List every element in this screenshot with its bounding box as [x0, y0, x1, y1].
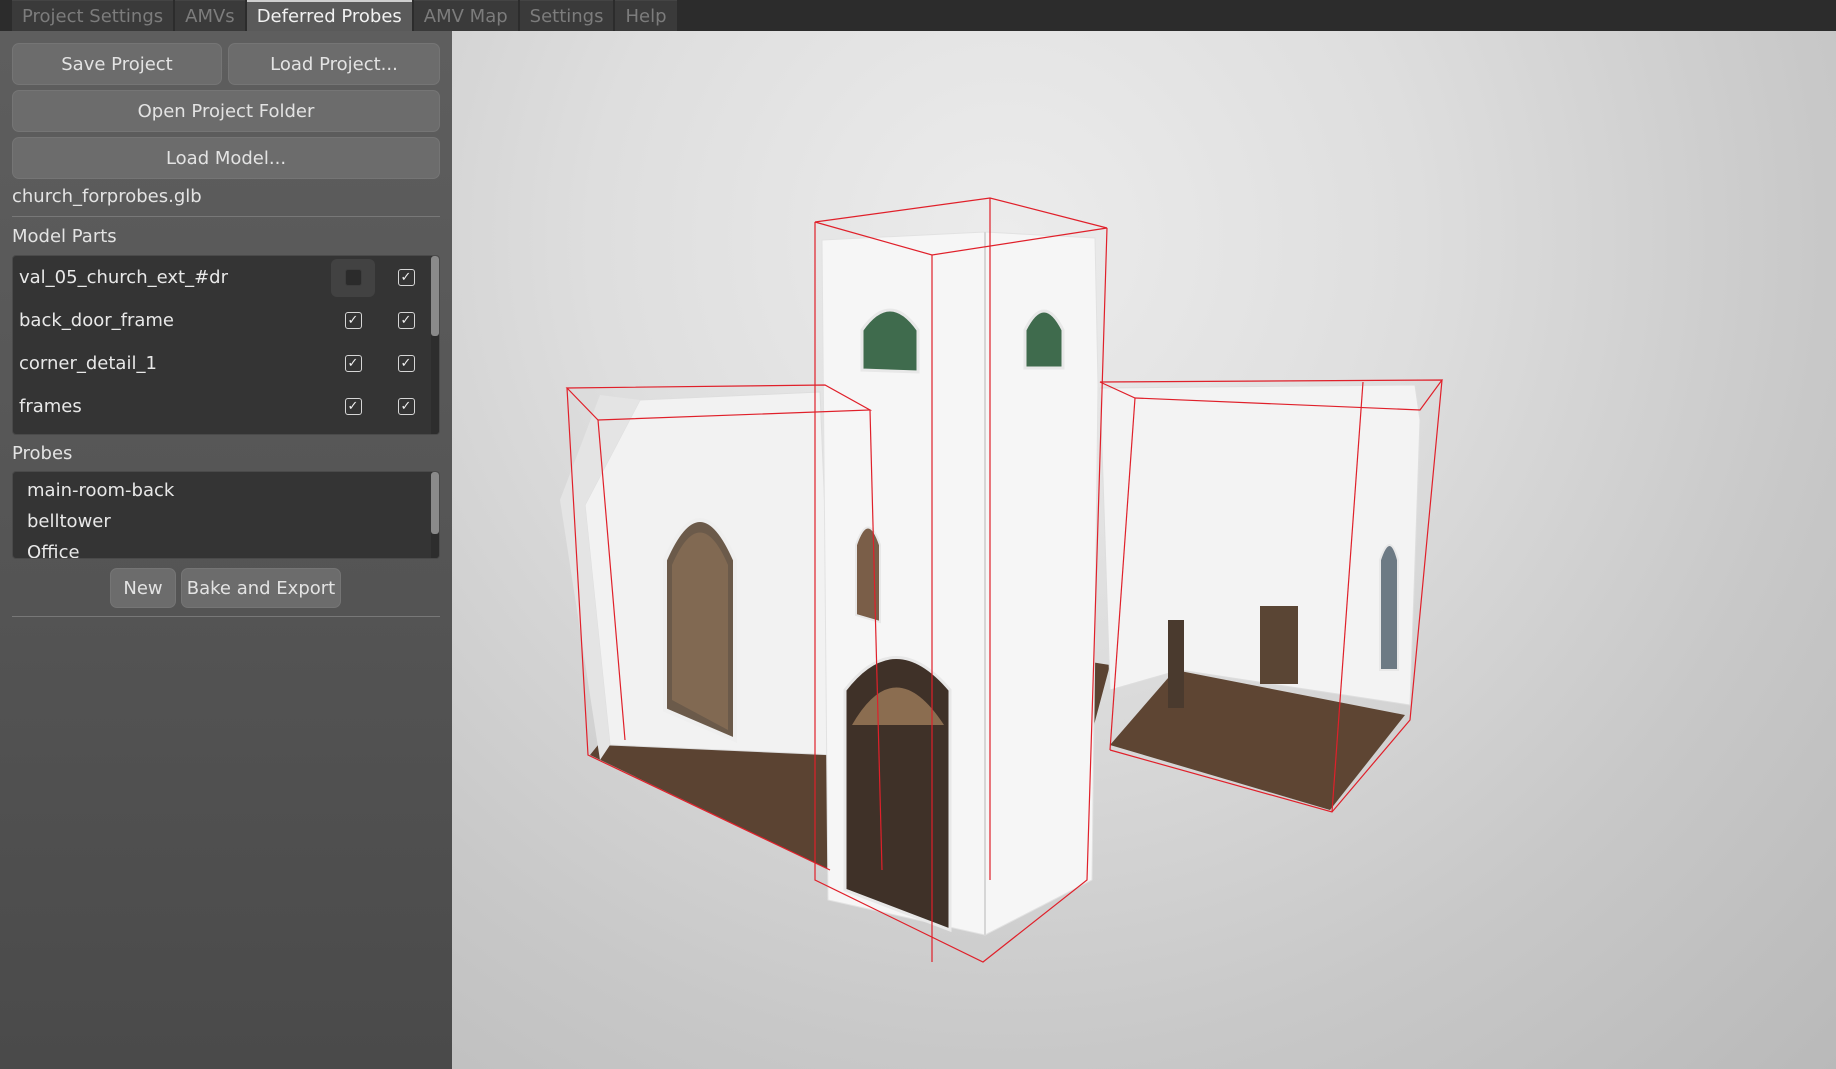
checkbox-unchecked — [344, 269, 362, 286]
part-checkbox-b[interactable]: ✓ — [384, 259, 428, 297]
part-name: corner_detail_1 — [19, 353, 157, 374]
part-checkbox-a[interactable] — [331, 258, 375, 297]
check-icon: ✓ — [397, 312, 415, 329]
list-item[interactable]: frames ✓ ✓ — [13, 385, 433, 428]
door — [1260, 606, 1298, 684]
scrollbar[interactable] — [431, 472, 439, 558]
divider — [12, 216, 440, 217]
door — [1168, 620, 1184, 708]
tower-window-left — [860, 308, 920, 374]
stained-glass-detail — [672, 532, 728, 730]
tab-help[interactable]: Help — [615, 0, 677, 31]
side-window — [855, 526, 881, 624]
list-item[interactable]: val_05_church_ext_#dr ✓ — [13, 256, 433, 299]
tab-deferred-probes[interactable]: Deferred Probes — [246, 0, 412, 31]
check-icon: ✓ — [397, 269, 415, 286]
right-window — [1379, 544, 1399, 671]
tab-amv-map[interactable]: AMV Map — [413, 0, 518, 31]
part-checkbox-a[interactable]: ✓ — [331, 345, 375, 383]
tab-bar: Project Settings AMVs Deferred Probes AM… — [0, 0, 1836, 31]
tab-settings[interactable]: Settings — [519, 0, 614, 31]
open-project-folder-button[interactable]: Open Project Folder — [12, 90, 440, 132]
part-name: val_05_church_ext_#dr — [19, 267, 228, 288]
scrollbar-thumb[interactable] — [431, 472, 439, 534]
check-icon: ✓ — [397, 398, 415, 415]
check-icon: ✓ — [344, 355, 362, 372]
list-item[interactable]: corner_detail_1 ✓ ✓ — [13, 342, 433, 385]
3d-viewport[interactable] — [452, 31, 1836, 1069]
scrollbar-thumb[interactable] — [431, 256, 439, 336]
church-model-render — [560, 197, 1444, 963]
part-name: frames — [19, 396, 82, 417]
tower-window-right — [1023, 309, 1065, 370]
tab-amvs[interactable]: AMVs — [175, 0, 245, 31]
bake-and-export-button[interactable]: Bake and Export — [181, 568, 341, 608]
check-icon: ✓ — [344, 312, 362, 329]
part-checkbox-b[interactable]: ✓ — [384, 345, 428, 383]
check-icon: ✓ — [397, 355, 415, 372]
part-checkbox-a[interactable]: ✓ — [331, 388, 375, 426]
tab-project-settings[interactable]: Project Settings — [12, 0, 174, 31]
save-project-button[interactable]: Save Project — [12, 43, 222, 85]
load-project-button[interactable]: Load Project... — [228, 43, 440, 85]
check-icon: ✓ — [344, 398, 362, 415]
probe-item-belltower[interactable]: belltower — [27, 511, 111, 532]
model-file-name: church_forprobes.glb — [12, 186, 202, 207]
part-checkbox-b[interactable]: ✓ — [384, 302, 428, 340]
side-panel: Save Project Load Project... Open Projec… — [0, 31, 452, 1069]
new-probe-button[interactable]: New — [110, 568, 176, 608]
scrollbar[interactable] — [431, 256, 439, 434]
list-item[interactable]: back_door_frame ✓ ✓ — [13, 299, 433, 342]
probe-item-main-room-back[interactable]: main-room-back — [27, 480, 174, 501]
model-parts-heading: Model Parts — [12, 226, 117, 247]
part-checkbox-b[interactable]: ✓ — [384, 388, 428, 426]
part-name: back_door_frame — [19, 310, 175, 331]
part-checkbox-a[interactable]: ✓ — [331, 302, 375, 340]
model-parts-list[interactable]: val_05_church_ext_#dr ✓ back_door_frame … — [12, 255, 440, 435]
divider — [12, 616, 440, 617]
load-model-button[interactable]: Load Model... — [12, 137, 440, 179]
probes-heading: Probes — [12, 443, 73, 464]
probe-item-office[interactable]: Office — [27, 542, 80, 558]
probes-list[interactable]: main-room-back belltower Office — [12, 471, 440, 559]
